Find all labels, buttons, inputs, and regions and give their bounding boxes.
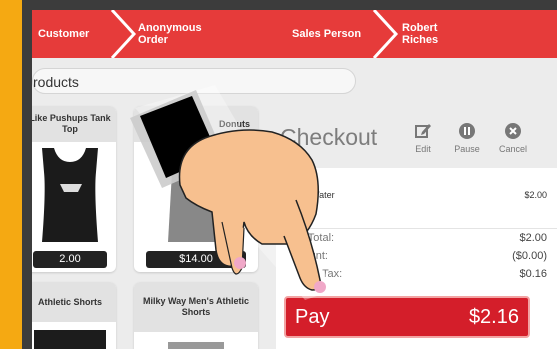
product-name: Milky Way Men's Athletic Shorts bbox=[134, 282, 258, 332]
product-card[interactable]: Milky Way Men's Athletic Shorts bbox=[134, 282, 258, 349]
product-price: $14.00 bbox=[146, 251, 246, 268]
pay-label: Pay bbox=[295, 306, 330, 328]
discount-row: count: ($0.00) bbox=[298, 250, 547, 264]
product-image bbox=[32, 322, 116, 349]
product-name: Athletic Shorts bbox=[32, 282, 116, 322]
product-name: Donuts bbox=[134, 106, 258, 142]
subtotal-row: b-Total: $2.00 bbox=[298, 232, 547, 246]
header-bar: Customer Anonymous Order Sales Person Ro… bbox=[32, 10, 557, 58]
app-screen: Customer Anonymous Order Sales Person Ro… bbox=[32, 10, 557, 349]
customer-label: Customer bbox=[38, 28, 90, 40]
pay-button[interactable]: Pay $2.16 bbox=[284, 296, 530, 338]
chevron-right-icon bbox=[372, 10, 400, 58]
tablet-bezel: Customer Anonymous Order Sales Person Ro… bbox=[22, 0, 557, 349]
product-card[interactable]: Like Pushups Tank Top 2.00 bbox=[32, 106, 116, 272]
product-card[interactable]: Athletic Shorts bbox=[32, 282, 116, 349]
product-name: Like Pushups Tank Top bbox=[32, 106, 116, 142]
tax-row: Tax: $0.16 bbox=[298, 268, 547, 282]
line-item-price: $2.00 bbox=[524, 190, 547, 200]
pause-icon bbox=[459, 123, 475, 139]
subtotal-label: b-Total: bbox=[298, 232, 335, 244]
pause-button[interactable]: Pause bbox=[450, 122, 484, 154]
subtotal-value: $2.00 bbox=[519, 232, 547, 244]
checkout-title: Checkout bbox=[280, 124, 378, 150]
edit-button[interactable]: Edit bbox=[406, 122, 440, 154]
sales-person-label: Sales Person bbox=[292, 28, 362, 40]
product-image bbox=[32, 142, 116, 248]
cancel-icon bbox=[505, 123, 521, 139]
discount-value: ($0.00) bbox=[512, 250, 547, 262]
customer-selector[interactable]: Anonymous Order bbox=[138, 10, 218, 58]
pay-amount: $2.16 bbox=[468, 306, 519, 328]
chevron-right-icon bbox=[110, 10, 138, 58]
edit-icon bbox=[415, 124, 431, 138]
search-text: roducts bbox=[33, 74, 79, 90]
discount-label: count: bbox=[298, 250, 328, 262]
product-image bbox=[134, 332, 258, 349]
cancel-button[interactable]: Cancel bbox=[496, 122, 530, 154]
sales-person-selector[interactable]: Robert Riches bbox=[402, 10, 462, 58]
search-products-input[interactable]: roducts bbox=[32, 68, 356, 94]
tax-value: $0.16 bbox=[519, 268, 547, 280]
product-price: 2.00 bbox=[33, 251, 107, 268]
product-card[interactable]: Donuts $14.00 bbox=[134, 106, 258, 272]
divider bbox=[276, 228, 557, 229]
product-image bbox=[134, 142, 258, 248]
tax-label: Tax: bbox=[322, 268, 343, 280]
cancel-label: Cancel bbox=[498, 144, 527, 154]
line-item-name[interactable]: ert Water bbox=[298, 190, 335, 200]
pause-label: Pause bbox=[454, 144, 480, 154]
edit-label: Edit bbox=[415, 144, 431, 154]
